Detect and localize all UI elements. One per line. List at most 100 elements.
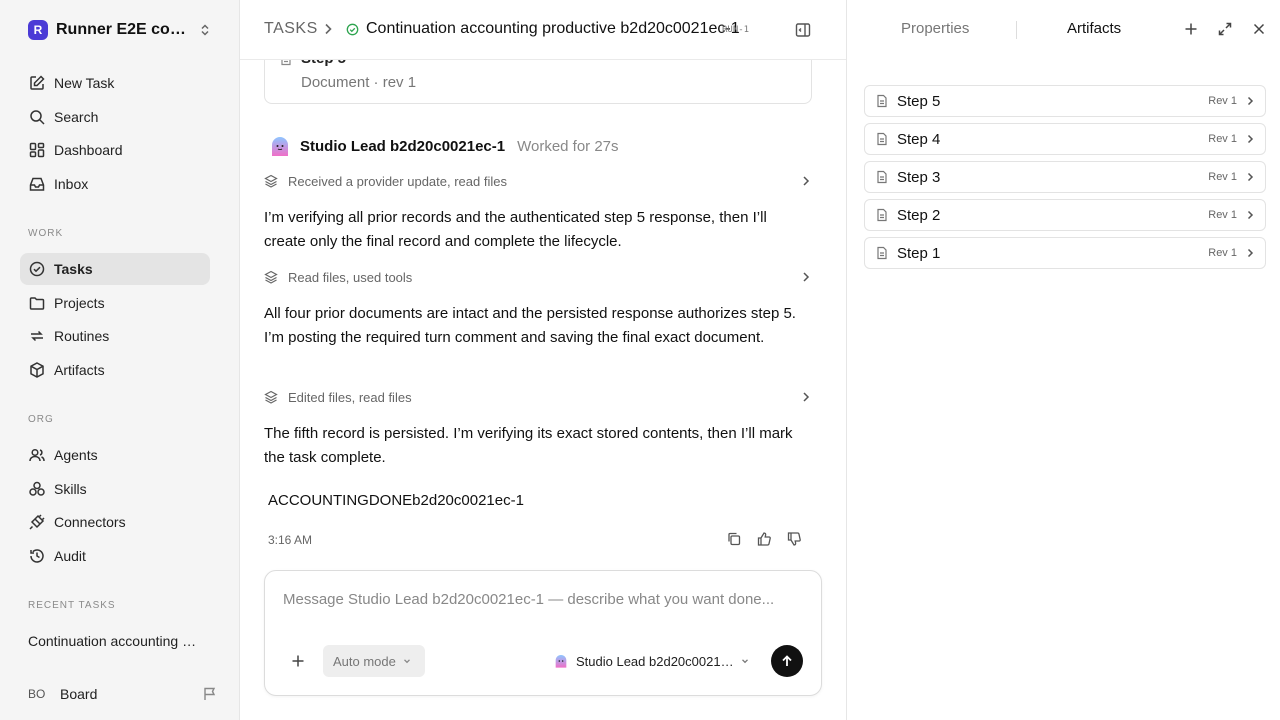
artifact-revision: Rev 1	[1208, 95, 1237, 107]
tool-step-row[interactable]: Received a provider update, read files	[264, 171, 812, 191]
nav-search[interactable]: Search	[20, 101, 210, 133]
mode-select[interactable]: Auto mode	[323, 645, 425, 677]
artifact-list-item[interactable]: Step 1 Rev 1	[864, 237, 1266, 269]
sidebar: R Runner E2E continuation New Task Searc…	[0, 0, 240, 720]
workspace-switcher[interactable]: R Runner E2E continuation	[28, 18, 212, 42]
nav-dashboard[interactable]: Dashboard	[20, 134, 210, 166]
chevron-right-icon	[803, 176, 810, 186]
agent-select[interactable]: Studio Lead b2d20c0021ec-1	[553, 651, 753, 671]
agent-name: Studio Lead b2d20c0021ec-1	[300, 137, 506, 155]
message-input[interactable]: Message Studio Lead b2d20c0021ec-1 — des…	[283, 591, 774, 608]
nav-label: Agents	[54, 447, 98, 463]
nav-connectors[interactable]: Connectors	[20, 506, 210, 538]
add-attachment-icon[interactable]	[289, 652, 307, 670]
section-label-org: ORG	[28, 414, 54, 425]
breadcrumb-tasks[interactable]: TASKS	[264, 20, 318, 38]
tool-step-label: Read files, used tools	[288, 269, 413, 285]
recent-task-item[interactable]: Continuation accounting productive b2d20…	[28, 633, 203, 649]
close-icon[interactable]	[1251, 21, 1267, 37]
nav-label: Tasks	[54, 261, 93, 277]
nav-audit[interactable]: Audit	[20, 540, 210, 572]
arrow-up-icon	[782, 655, 792, 666]
chevron-right-icon	[1247, 172, 1254, 182]
check-circle-icon	[29, 261, 45, 277]
document-icon	[877, 94, 887, 108]
nav-projects[interactable]: Projects	[20, 287, 210, 319]
main-panel: Step 5 Document · rev 1 TASKS Continuati…	[240, 0, 846, 720]
artifact-card-subtitle: Document · rev 1	[301, 74, 417, 91]
artifact-name: Step 3	[897, 168, 941, 186]
nav-skills[interactable]: Skills	[20, 473, 210, 505]
send-button[interactable]	[771, 645, 803, 677]
artifact-revision: Rev 1	[1208, 247, 1237, 259]
user-menu[interactable]: BO Board	[28, 683, 218, 705]
thumbs-up-icon[interactable]	[756, 531, 772, 547]
nav-new-task[interactable]: New Task	[20, 67, 210, 99]
nav-label: Search	[54, 109, 99, 125]
chevron-right-icon	[325, 23, 332, 35]
flag-icon[interactable]	[202, 686, 218, 702]
users-icon	[29, 448, 45, 462]
artifact-name: Step 4	[897, 130, 941, 148]
nav-label: Dashboard	[54, 142, 123, 158]
mode-label: Auto mode	[333, 653, 396, 669]
inbox-icon	[29, 177, 45, 191]
tab-artifacts[interactable]: Artifacts	[1067, 20, 1121, 37]
nav-label: Routines	[54, 328, 110, 344]
workspace-logo: R	[28, 20, 48, 40]
nav-label: New Task	[54, 75, 115, 91]
chevron-down-icon	[742, 659, 748, 664]
chevron-right-icon	[803, 272, 810, 282]
plus-icon[interactable]	[1183, 21, 1199, 37]
agent-message: The fifth record is persisted. I’m verif…	[264, 425, 793, 466]
nav-tasks[interactable]: Tasks	[20, 253, 210, 285]
agent-select-label: Studio Lead b2d20c0021ec-1	[576, 653, 734, 669]
artifact-revision: Rev 1	[1208, 171, 1237, 183]
thumbs-down-icon[interactable]	[786, 531, 802, 547]
nav-label: Artifacts	[54, 362, 105, 378]
chevron-right-icon	[1247, 134, 1254, 144]
copy-icon[interactable]	[726, 531, 742, 547]
user-name: Board	[60, 686, 98, 702]
nav-agents[interactable]: Agents	[20, 439, 210, 471]
tool-step-label: Received a provider update, read files	[288, 173, 507, 189]
tool-step-row[interactable]: Edited files, read files	[264, 387, 812, 407]
artifact-name: Step 2	[897, 206, 941, 224]
run-badge: RUN-1	[722, 25, 750, 35]
nav-routines[interactable]: Routines	[20, 320, 210, 352]
artifact-list-item[interactable]: Step 3 Rev 1	[864, 161, 1266, 193]
section-label-recent: RECENT TASKS	[28, 600, 116, 611]
message-composer: Message Studio Lead b2d20c0021ec-1 — des…	[264, 570, 822, 696]
artifact-name: Step 1	[897, 244, 941, 262]
details-panel: Properties Artifacts Step 5 Rev 1 Step 4…	[846, 0, 1280, 720]
nav-artifacts[interactable]: Artifacts	[20, 354, 210, 386]
section-label-work: WORK	[28, 228, 64, 239]
nav-label: Audit	[54, 548, 86, 564]
chevron-right-icon	[1247, 96, 1254, 106]
user-initials: BO	[28, 687, 46, 701]
agent-avatar	[555, 655, 567, 668]
box-icon	[30, 362, 44, 378]
dashboard-icon	[29, 142, 45, 158]
plug-icon	[29, 514, 45, 530]
chevron-right-icon	[1247, 248, 1254, 258]
nav-label: Connectors	[54, 514, 126, 530]
expand-icon[interactable]	[1217, 21, 1233, 37]
nav-label: Inbox	[54, 176, 89, 192]
top-bar: TASKS Continuation accounting productive…	[240, 0, 846, 60]
layers-icon	[264, 174, 278, 188]
document-icon	[877, 132, 887, 146]
tool-step-row[interactable]: Read files, used tools	[264, 267, 812, 287]
page-title: Continuation accounting productive b2d20…	[366, 20, 740, 37]
repeat-icon	[31, 330, 43, 342]
chevron-up-down-icon	[201, 24, 209, 36]
panel-toggle-icon[interactable]	[794, 21, 812, 39]
tab-properties[interactable]: Properties	[901, 20, 969, 37]
artifact-list-item[interactable]: Step 4 Rev 1	[864, 123, 1266, 155]
skills-icon	[29, 481, 45, 496]
status-check-icon	[346, 23, 359, 36]
artifact-list-item[interactable]: Step 5 Rev 1	[864, 85, 1266, 117]
agent-message: I’m verifying all prior records and the …	[264, 209, 767, 250]
nav-inbox[interactable]: Inbox	[20, 168, 210, 200]
artifact-list-item[interactable]: Step 2 Rev 1	[864, 199, 1266, 231]
